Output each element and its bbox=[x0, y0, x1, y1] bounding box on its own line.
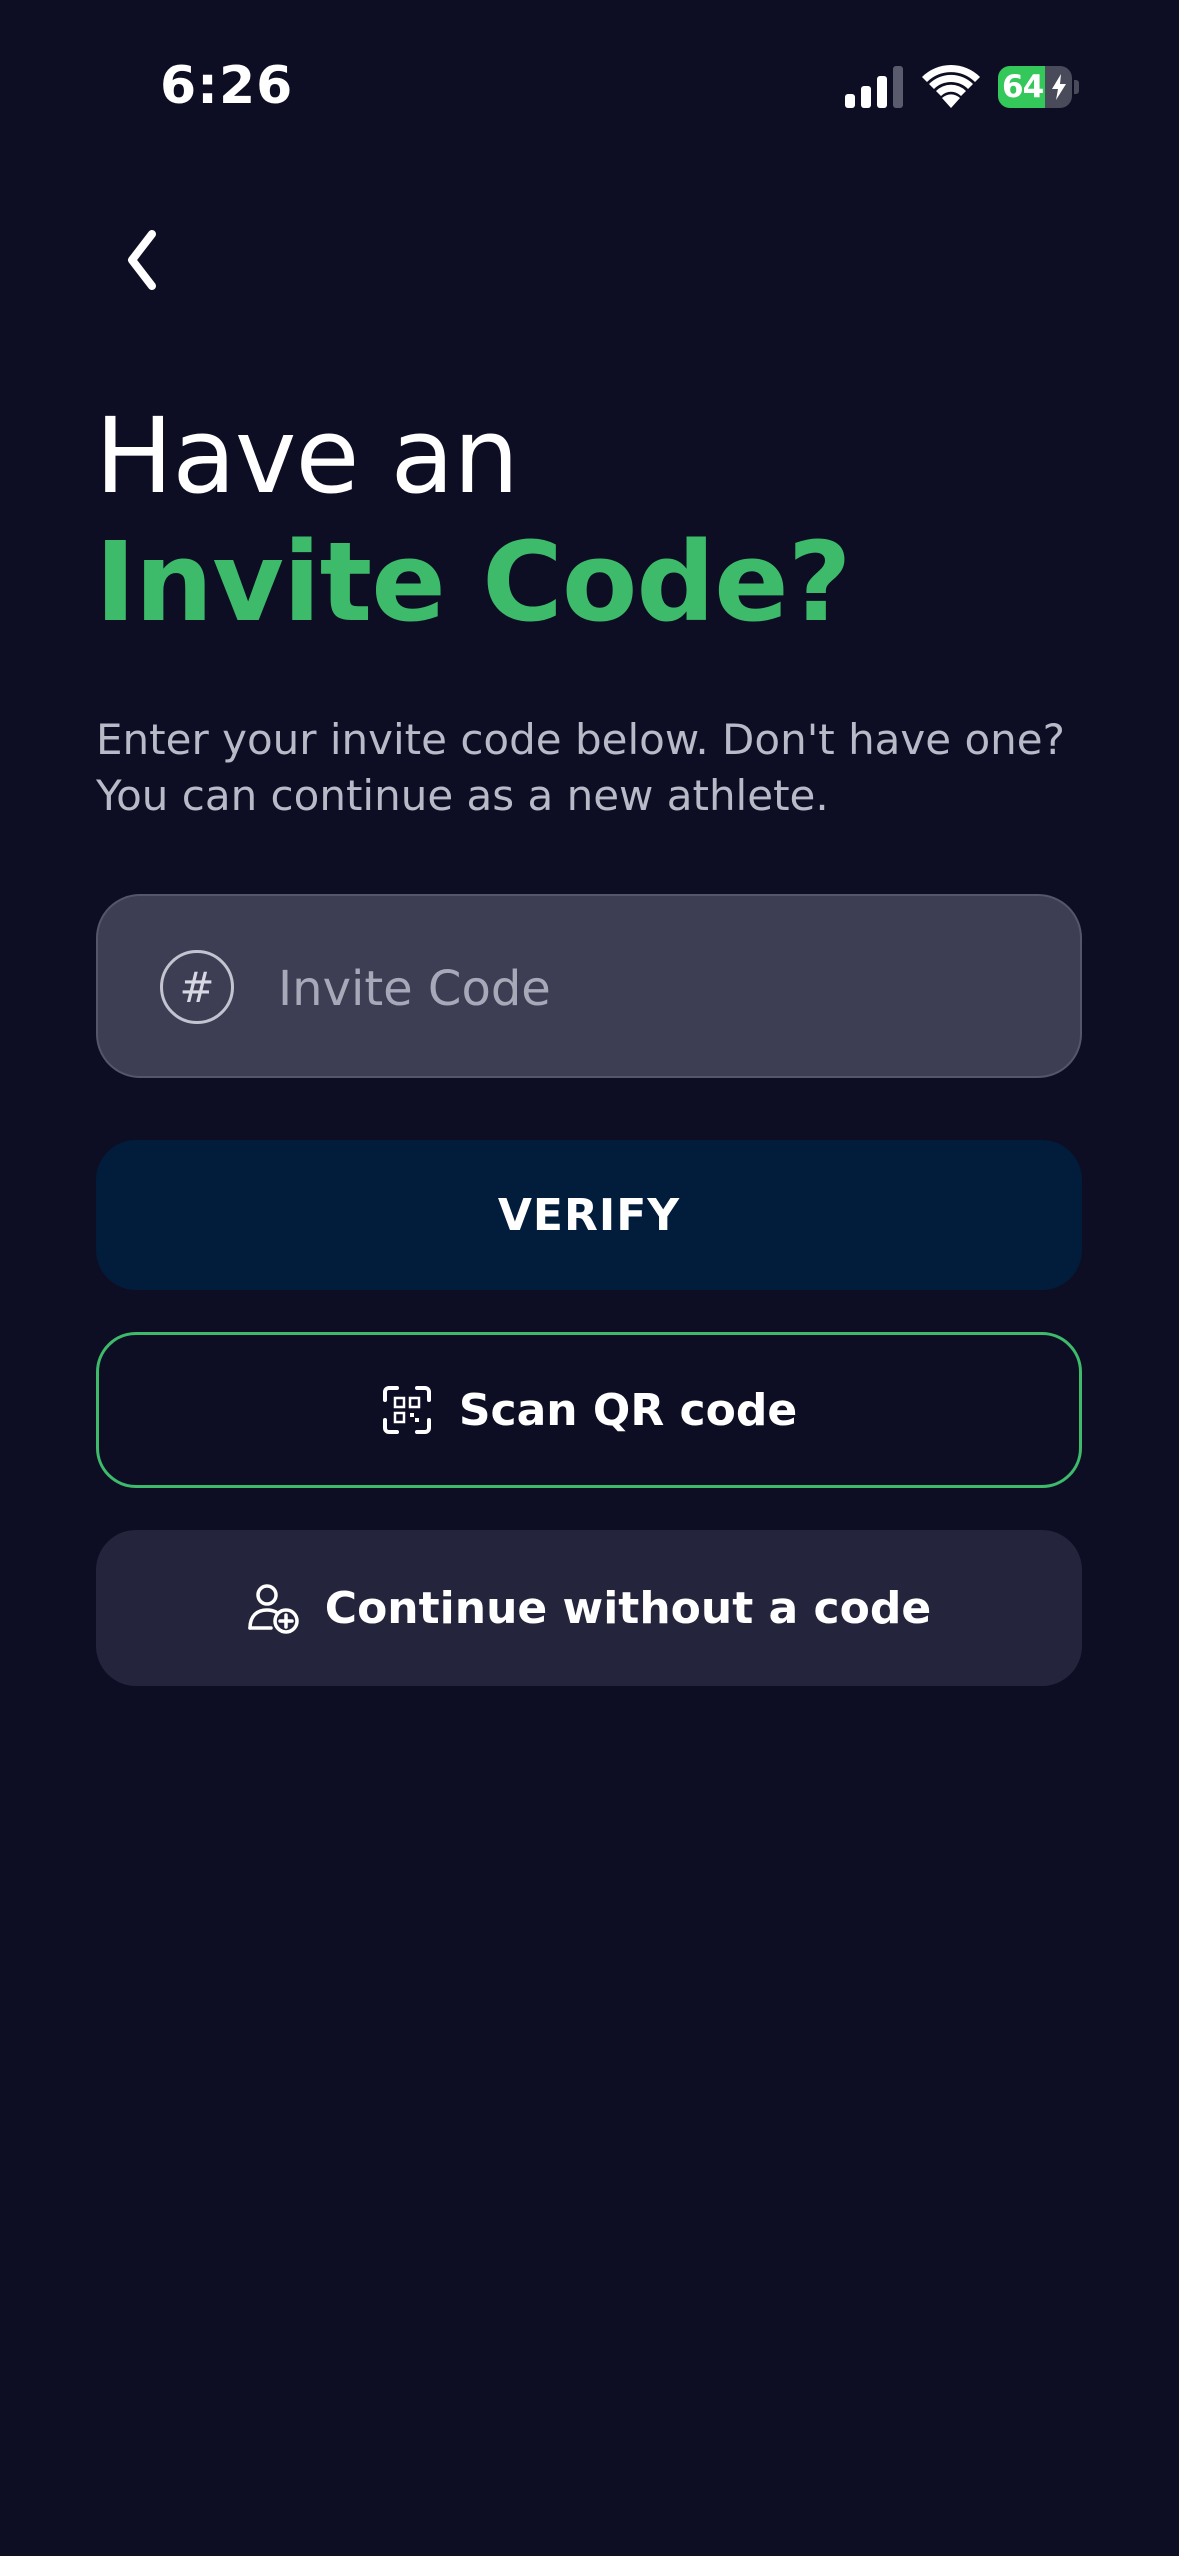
page-title-line2: Invite Code? bbox=[95, 518, 852, 646]
scan-qr-button-label: Scan QR code bbox=[458, 1384, 798, 1436]
continue-without-code-label: Continue without a code bbox=[324, 1582, 932, 1634]
back-button[interactable] bbox=[110, 220, 180, 300]
battery-indicator: 64 bbox=[998, 66, 1079, 108]
scan-qr-button[interactable]: Scan QR code bbox=[96, 1332, 1082, 1488]
battery-level: 64 bbox=[1002, 69, 1044, 105]
status-bar: 6:26 64 bbox=[0, 0, 1179, 170]
verify-button[interactable]: VERIFY bbox=[96, 1140, 1082, 1290]
hash-icon: # bbox=[160, 950, 234, 1024]
bolt-icon bbox=[1052, 74, 1066, 100]
cellular-signal-icon bbox=[845, 66, 903, 108]
battery-body: 64 bbox=[998, 66, 1072, 108]
verify-button-label: VERIFY bbox=[497, 1189, 681, 1241]
battery-cap bbox=[1074, 80, 1079, 94]
page-title-line1: Have an bbox=[95, 395, 519, 517]
add-user-icon bbox=[248, 1584, 299, 1634]
page-subtitle: Enter your invite code below. Don't have… bbox=[96, 715, 1065, 820]
status-time: 6:26 bbox=[160, 56, 294, 116]
wifi-icon bbox=[922, 64, 980, 108]
invite-code-input[interactable] bbox=[276, 938, 1040, 1040]
continue-without-code-button[interactable]: Continue without a code bbox=[96, 1530, 1082, 1686]
invite-code-field[interactable]: # bbox=[96, 894, 1082, 1078]
qr-scan-icon bbox=[382, 1386, 431, 1434]
chevron-left-icon bbox=[128, 230, 156, 290]
